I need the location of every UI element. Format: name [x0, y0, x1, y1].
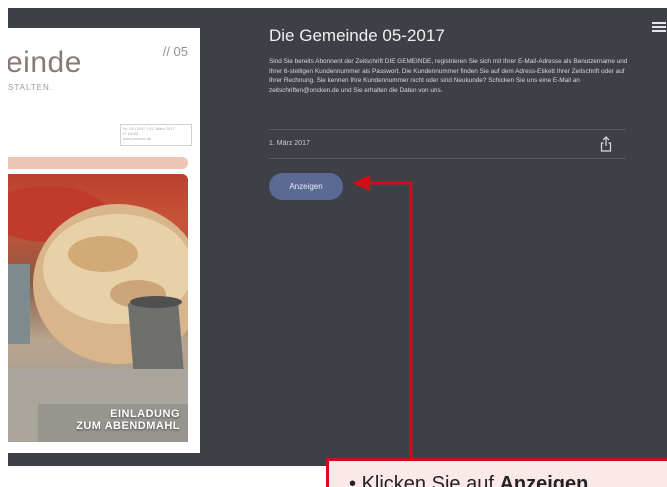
cover-issue-number: // 05 — [162, 44, 188, 59]
bread-and-cups-illustration — [8, 186, 188, 442]
cover-headline: EINLADUNG ZUM ABENDMAHL — [76, 408, 180, 432]
instruction-text: • Klicken Sie auf Anzeigen — [349, 473, 588, 487]
share-icon[interactable] — [600, 136, 612, 152]
show-issue-button[interactable]: Anzeigen — [269, 173, 343, 200]
hamburger-menu-icon[interactable] — [652, 22, 666, 32]
instruction-target: Anzeigen — [499, 473, 589, 487]
magazine-cover[interactable]: einde STALTEN. // 05 Nr. 05 | 2017 | 01.… — [8, 28, 200, 453]
cover-brand: einde — [8, 46, 82, 79]
divider — [269, 129, 626, 130]
issue-date: 1. März 2017 — [269, 140, 310, 147]
cover-tagline: STALTEN. — [8, 83, 54, 92]
divider — [269, 158, 626, 159]
instruction-prefix: Klicken Sie auf — [361, 473, 500, 487]
issue-description: Sind Sie bereits Abonnent der Zeitschrif… — [269, 58, 628, 94]
cover-headline-line: EINLADUNG — [110, 408, 180, 420]
cover-meta-box: Nr. 05 | 2017 | 01. März 2017 H 10040 ww… — [120, 124, 192, 146]
issue-title: Die Gemeinde 05-2017 — [269, 26, 445, 45]
cover-band — [8, 157, 188, 169]
app-window: einde STALTEN. // 05 Nr. 05 | 2017 | 01.… — [8, 8, 667, 466]
cover-meta-line: www.oncken.de — [123, 136, 152, 141]
instruction-bullet: • — [349, 473, 357, 487]
instruction-callout: • Klicken Sie auf Anzeigen — [326, 458, 667, 487]
cover-photo: EINLADUNG ZUM ABENDMAHL — [8, 174, 188, 442]
cover-headline-line: ZUM ABENDMAHL — [76, 420, 180, 432]
